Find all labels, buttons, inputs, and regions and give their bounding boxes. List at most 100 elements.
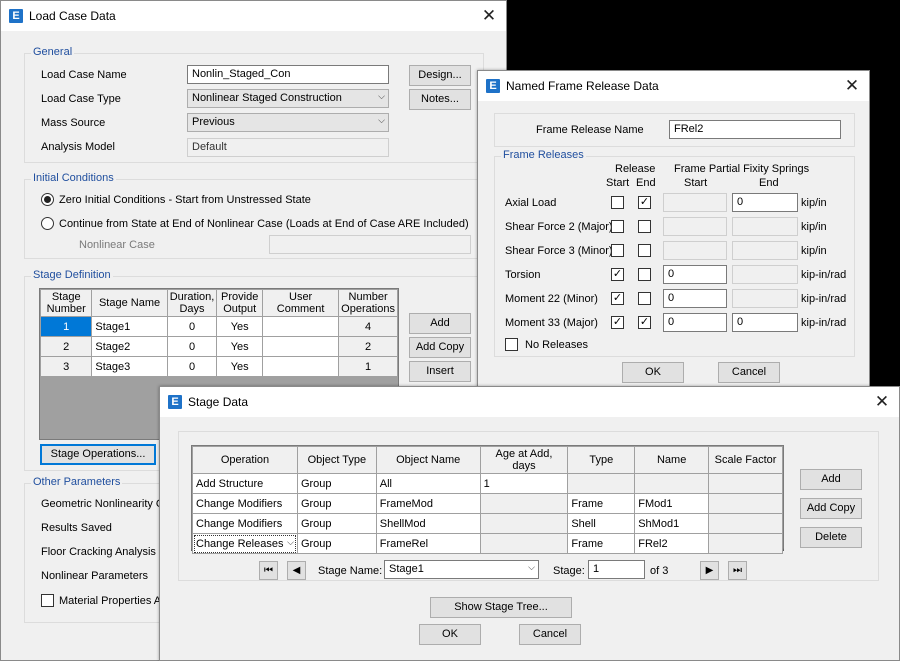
table-row[interactable]: Change Releases ⌵ Group FrameRel Frame FR… (192, 533, 783, 554)
zero-initial-label: Zero Initial Conditions - Start from Uns… (59, 194, 311, 206)
unit-label: kip/in (801, 197, 827, 209)
stage-name-select[interactable]: Stage1 ⌵ (384, 560, 539, 579)
frame-release-ok-button[interactable]: OK (622, 362, 684, 383)
material-properties-checkbox[interactable] (41, 594, 54, 607)
add-operation-button[interactable]: Add (800, 469, 862, 490)
frame-release-name-label: Frame Release Name (536, 124, 644, 136)
stage-data-ok-button[interactable]: OK (419, 624, 481, 645)
col-header: Stage Name (91, 289, 168, 317)
col-header: Scale Factor (708, 446, 783, 474)
operations-table: Operation Object Type Object Name Age at… (192, 446, 783, 554)
stage-data-title: Stage Data (188, 395, 249, 409)
table-row[interactable]: Change Modifiers Group FrameMod Frame FM… (192, 493, 783, 514)
etabs-app-icon: E (486, 79, 500, 93)
table-row[interactable]: Add Structure Group All 1 (192, 473, 783, 494)
release-end-checkbox[interactable] (638, 292, 651, 305)
release-row-label: Shear Force 2 (Major) (505, 221, 613, 233)
release-end-checkbox[interactable]: ✓ (638, 196, 651, 209)
design-button[interactable]: Design... (409, 65, 471, 86)
table-row[interactable]: 3 Stage3 0 Yes 1 (39, 356, 398, 377)
table-row[interactable]: Change Modifiers Group ShellMod Shell Sh… (192, 513, 783, 534)
stage-operations-button[interactable]: Stage Operations... (40, 444, 156, 465)
material-properties-label: Material Properties Are (59, 595, 171, 607)
table-row[interactable]: 1 Stage1 0 Yes 4 (39, 316, 398, 337)
close-icon[interactable]: ✕ (472, 1, 506, 31)
release-header: Release (615, 163, 656, 175)
analysis-model-label: Analysis Model (41, 141, 115, 153)
no-releases-checkbox[interactable] (505, 338, 518, 351)
prev-stage-button[interactable]: ◀ (287, 561, 306, 580)
spring-end-input (732, 217, 798, 236)
table-row[interactable]: 2 Stage2 0 Yes 2 (39, 336, 398, 357)
chevron-down-icon: ⌵ (287, 537, 294, 547)
load-case-type-label: Load Case Type (41, 93, 121, 105)
etabs-app-icon: E (9, 9, 23, 23)
release-start-checkbox[interactable] (611, 196, 624, 209)
release-end-checkbox[interactable] (638, 268, 651, 281)
spring-end-input[interactable]: 0 (732, 313, 798, 332)
spring-end-input[interactable]: 0 (732, 193, 798, 212)
unit-label: kip/in (801, 245, 827, 257)
close-icon[interactable]: ✕ (865, 387, 899, 417)
last-stage-button[interactable]: ⏭ (728, 561, 747, 580)
spring-start-header: Start (684, 177, 708, 189)
add-stage-button[interactable]: Add (409, 313, 471, 334)
spring-start-input[interactable]: 0 (663, 289, 727, 308)
release-end-checkbox[interactable]: ✓ (638, 316, 651, 329)
stage-number-input[interactable]: 1 (588, 560, 645, 579)
load-case-type-select[interactable]: Nonlinear Staged Construction ⌵ (187, 89, 389, 108)
release-start-checkbox[interactable] (611, 244, 624, 257)
col-header: Name (634, 446, 710, 474)
col-header: User Comment (262, 289, 340, 317)
nonlinear-case-label: Nonlinear Case (79, 239, 155, 251)
stage-data-dialog: E Stage Data ✕ Operation Object Type Obj… (159, 386, 900, 661)
show-stage-tree-button[interactable]: Show Stage Tree... (430, 597, 572, 618)
release-row-label: Moment 33 (Major) (505, 317, 598, 329)
first-stage-button[interactable]: ⏮ (259, 561, 278, 580)
spring-end-input (732, 241, 798, 260)
col-header: Operation (192, 446, 298, 474)
spring-start-input (663, 241, 727, 260)
frame-release-cancel-button[interactable]: Cancel (718, 362, 780, 383)
spring-start-input[interactable]: 0 (663, 265, 727, 284)
load-case-title: Load Case Data (29, 9, 116, 23)
col-header: Stage Number (39, 289, 93, 317)
frame-release-name-input[interactable]: FRel2 (669, 120, 841, 139)
release-start-checkbox[interactable] (611, 220, 624, 233)
release-start-checkbox[interactable]: ✓ (611, 268, 624, 281)
operation-dropdown[interactable]: Change Releases ⌵ (192, 533, 298, 554)
stage-data-titlebar: E Stage Data ✕ (160, 387, 899, 417)
col-header: Age at Add, days (479, 446, 569, 474)
release-start-header: Start (606, 177, 630, 189)
add-copy-operation-button[interactable]: Add Copy (800, 498, 862, 519)
unit-label: kip/in (801, 221, 827, 233)
next-stage-button[interactable]: ▶ (700, 561, 719, 580)
nonlinear-parameters-label: Nonlinear Parameters (41, 570, 148, 582)
delete-operation-button[interactable]: Delete (800, 527, 862, 548)
col-header: Provide Output (216, 289, 264, 317)
analysis-model-field: Default (187, 138, 389, 157)
frame-release-title: Named Frame Release Data (506, 79, 659, 93)
release-start-checkbox[interactable]: ✓ (611, 292, 624, 305)
no-releases-label: No Releases (525, 339, 588, 351)
insert-stage-button[interactable]: Insert (409, 361, 471, 382)
continue-state-radio[interactable] (41, 217, 54, 230)
unit-label: kip-in/rad (801, 293, 847, 305)
spring-start-input[interactable]: 0 (663, 313, 727, 332)
release-end-checkbox[interactable] (638, 244, 651, 257)
load-case-name-input[interactable]: Nonlin_Staged_Con (187, 65, 389, 84)
col-header: Object Name (375, 446, 481, 474)
load-case-name-label: Load Case Name (41, 69, 127, 81)
release-start-checkbox[interactable]: ✓ (611, 316, 624, 329)
close-icon[interactable]: ✕ (835, 71, 869, 101)
load-case-titlebar: E Load Case Data ✕ (1, 1, 506, 31)
mass-source-select[interactable]: Previous ⌵ (187, 113, 389, 132)
release-end-checkbox[interactable] (638, 220, 651, 233)
zero-initial-radio[interactable] (41, 193, 54, 206)
add-copy-stage-button[interactable]: Add Copy (409, 337, 471, 358)
results-saved-label: Results Saved (41, 522, 112, 534)
notes-button[interactable]: Notes... (409, 89, 471, 110)
stage-data-cancel-button[interactable]: Cancel (519, 624, 581, 645)
frame-release-titlebar: E Named Frame Release Data ✕ (478, 71, 869, 101)
stage-definition-table: Stage Number Stage Name Duration, Days P… (39, 289, 398, 377)
